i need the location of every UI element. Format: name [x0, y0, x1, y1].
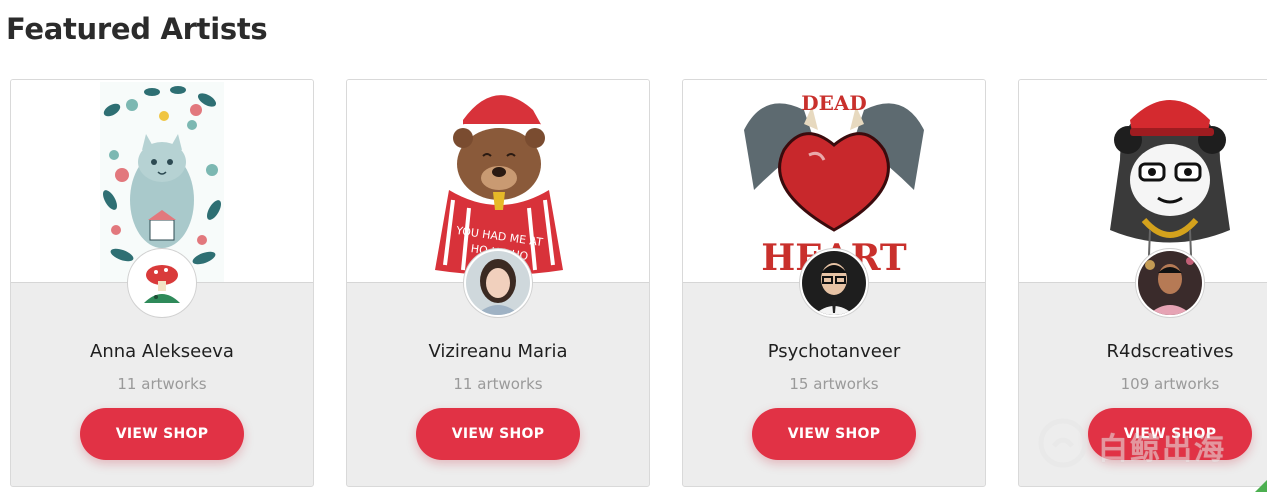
portrait-avatar[interactable] [800, 249, 868, 317]
artist-name[interactable]: Vizireanu Maria [347, 341, 649, 362]
portrait-avatar[interactable] [464, 249, 532, 317]
artwork-count: 11 artworks [117, 375, 207, 393]
artist-card[interactable]: Anna Alekseeva 11 artworks VIEW SHOP [10, 79, 314, 487]
artwork-count: 109 artworks [1120, 375, 1220, 393]
featured-artists-carousel: Anna Alekseeva 11 artworks VIEW SHOP YOU… [10, 79, 1267, 489]
artwork-count: 11 artworks [453, 375, 543, 393]
view-shop-button[interactable]: VIEW SHOP [1088, 408, 1252, 460]
view-shop-button[interactable]: VIEW SHOP [80, 408, 244, 460]
svg-text:DEAD: DEAD [801, 91, 866, 115]
artist-card[interactable]: YOU HAD ME AT HO HO HO Vizireanu Maria 1… [346, 79, 650, 487]
artist-card[interactable]: R4dscreatives 109 artworks VIEW SHOP [1018, 79, 1267, 487]
artist-name[interactable]: Anna Alekseeva [11, 341, 313, 362]
mushroom-avatar[interactable] [128, 249, 196, 317]
artist-name[interactable]: R4dscreatives [1019, 341, 1267, 362]
view-shop-button[interactable]: VIEW SHOP [752, 408, 916, 460]
section-title: Featured Artists [6, 12, 268, 46]
artwork-count: 15 artworks [789, 375, 879, 393]
portrait-avatar[interactable] [1136, 249, 1204, 317]
view-shop-button[interactable]: VIEW SHOP [416, 408, 580, 460]
artist-name[interactable]: Psychotanveer [683, 341, 985, 362]
panda-headphones-artwork[interactable] [1019, 80, 1267, 283]
artist-card[interactable]: DEAD HEART Psychotanveer 15 artworks VIE… [682, 79, 986, 487]
corner-indicator [1255, 480, 1267, 492]
